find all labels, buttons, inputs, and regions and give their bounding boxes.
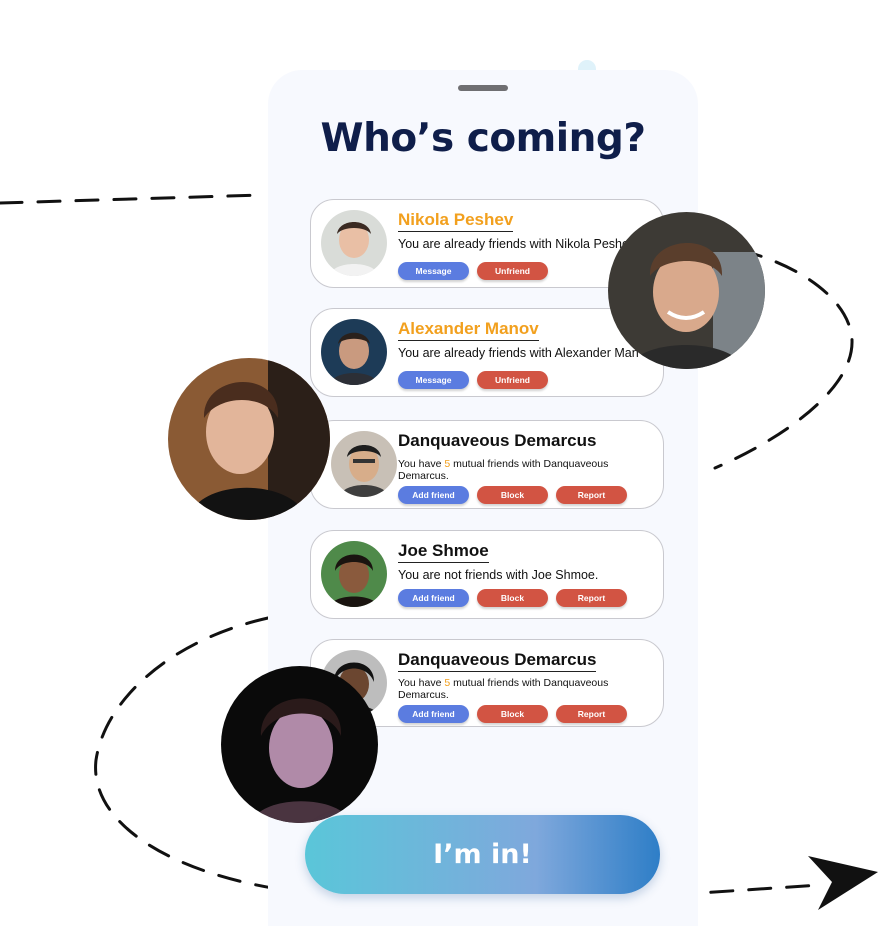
message-button[interactable]: Message <box>398 262 469 280</box>
friend-status: You are not friends with Joe Shmoe. <box>398 568 599 582</box>
unfriend-button[interactable]: Unfriend <box>477 262 548 280</box>
avatar[interactable] <box>331 431 397 497</box>
decorative-dot <box>578 60 596 70</box>
person-name[interactable]: Danquaveous Demarcus <box>398 650 597 672</box>
friend-status: You are already friends with Alexander M… <box>398 346 638 360</box>
floating-avatar <box>221 666 378 823</box>
avatar[interactable] <box>321 541 387 607</box>
person-name[interactable]: Danquaveous Demarcus <box>398 431 596 452</box>
report-button[interactable]: Report <box>556 589 627 607</box>
unfriend-button[interactable]: Unfriend <box>477 371 548 389</box>
add-friend-button[interactable]: Add friend <box>398 486 469 504</box>
person-name[interactable]: Nikola Peshev <box>398 210 514 232</box>
person-card: Alexander Manov You are already friends … <box>310 308 664 397</box>
mutual-friends-status: You have 5 mutual friends with Danquaveo… <box>398 677 609 701</box>
floating-avatar <box>608 212 765 369</box>
person-name[interactable]: Joe Shmoe <box>398 541 489 563</box>
add-friend-button[interactable]: Add friend <box>398 705 469 723</box>
add-friend-button[interactable]: Add friend <box>398 589 469 607</box>
im-in-button[interactable]: I’m in! <box>305 815 660 894</box>
block-button[interactable]: Block <box>477 705 548 723</box>
person-card: Joe Shmoe You are not friends with Joe S… <box>310 530 664 619</box>
person-card: Danquaveous Demarcus You have 5 mutual f… <box>310 420 664 509</box>
person-name[interactable]: Alexander Manov <box>398 319 539 341</box>
friend-status: You are already friends with Nikola Pesh… <box>398 237 636 251</box>
report-button[interactable]: Report <box>556 705 627 723</box>
block-button[interactable]: Block <box>477 486 548 504</box>
avatar[interactable] <box>321 210 387 276</box>
page-title: Who’s coming? <box>320 116 646 161</box>
mutual-friends-status: You have 5 mutual friends with Danquaveo… <box>398 458 609 482</box>
block-button[interactable]: Block <box>477 589 548 607</box>
avatar[interactable] <box>321 319 387 385</box>
report-button[interactable]: Report <box>556 486 627 504</box>
drag-handle[interactable] <box>458 85 508 91</box>
send-arrow-icon <box>808 856 878 910</box>
message-button[interactable]: Message <box>398 371 469 389</box>
floating-avatar <box>168 358 330 520</box>
